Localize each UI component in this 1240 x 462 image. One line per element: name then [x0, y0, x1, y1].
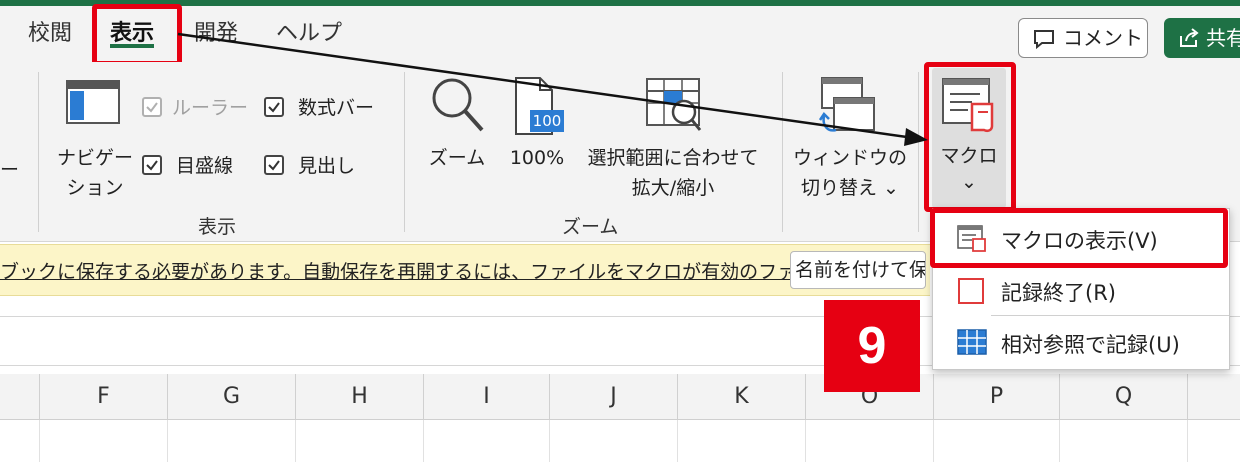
- zoom-button[interactable]: ズーム: [420, 72, 494, 182]
- column-header-f[interactable]: F: [40, 374, 168, 420]
- zoom-100-button[interactable]: 100 100%: [500, 72, 574, 182]
- share-icon: [1180, 28, 1199, 47]
- magnifier-icon: [432, 78, 484, 132]
- tab-help[interactable]: ヘルプ: [276, 6, 342, 62]
- group-separator: [918, 72, 919, 232]
- column-header-i[interactable]: I: [424, 374, 550, 420]
- view-macros-highlight: [930, 208, 1228, 268]
- step-number-badge: 9: [824, 300, 920, 392]
- macro-button-highlight: [924, 62, 1016, 212]
- formula-bar-checkbox[interactable]: 数式バー: [264, 94, 384, 122]
- share-button[interactable]: 共有: [1164, 18, 1240, 58]
- checkmark-icon: [268, 102, 280, 113]
- zoom-selection-label-1: 選択範囲に合わせて: [587, 147, 759, 169]
- grid-cell[interactable]: [296, 420, 424, 462]
- menu-item-stop-recording[interactable]: 記録終了(R): [933, 265, 1229, 317]
- zoom-100-label: 100%: [509, 147, 565, 169]
- navigation-pane-icon: [66, 80, 120, 124]
- tab-review[interactable]: 校閲: [28, 6, 72, 62]
- headings-checkbox[interactable]: 見出し: [264, 152, 374, 180]
- ribbon-tab-row: 校閲 表示 開発 ヘルプ コメント 共有: [0, 6, 1240, 62]
- zoom-label: ズーム: [428, 147, 486, 169]
- column-header[interactable]: [0, 374, 40, 420]
- group-label-zoom: ズーム: [562, 216, 619, 238]
- column-header-g[interactable]: G: [168, 374, 296, 420]
- ruler-checkbox[interactable]: ルーラー: [142, 94, 252, 122]
- group-separator: [782, 72, 783, 232]
- group-separator: [38, 72, 39, 232]
- ruler-label: ルーラー: [172, 97, 249, 119]
- formula-bar-label: 数式バー: [298, 97, 375, 119]
- zoom-to-selection-button[interactable]: 選択範囲に合わせて 拡大/縮小: [578, 72, 768, 202]
- navigation-button[interactable]: ナビゲー ション: [50, 72, 140, 202]
- menu-separator: [991, 315, 1229, 316]
- column-header-j[interactable]: J: [550, 374, 678, 420]
- grid-cell[interactable]: [1060, 420, 1188, 462]
- switch-windows-icon: [818, 77, 875, 132]
- switch-windows-label-1: ウィンドウの: [792, 147, 907, 169]
- column-header-row: F G H I J K O P Q: [0, 374, 1240, 420]
- switch-windows-button[interactable]: ウィンドウの 切り替え ⌄: [790, 72, 910, 202]
- gridlines-checkbox[interactable]: 目盛線: [142, 152, 252, 180]
- relative-reference-icon: [957, 329, 987, 355]
- grid-cell[interactable]: [550, 420, 678, 462]
- view-tab-highlight: [92, 4, 182, 66]
- navigation-label-2: ション: [66, 177, 124, 199]
- grid-cell[interactable]: [0, 420, 40, 462]
- navigation-label-1: ナビゲー: [56, 147, 133, 169]
- tab-developer[interactable]: 開発: [194, 6, 238, 62]
- menu-item-relative-reference[interactable]: 相対参照で記録(U): [933, 317, 1229, 369]
- group-label-show: 表示: [198, 216, 237, 238]
- grid-cell[interactable]: [934, 420, 1060, 462]
- zoom-to-selection-icon: [646, 78, 702, 131]
- ribbon-partial-label: ー: [0, 159, 20, 181]
- page-100-icon-text: 100: [532, 112, 562, 130]
- headings-label: 見出し: [298, 155, 356, 177]
- comment-icon: [1034, 30, 1054, 50]
- message-bar-text[interactable]: ブックに保存する必要があります。自動保存を再開するには、ファイルをマクロが有効の…: [0, 257, 853, 284]
- ruler-checkbox-box: [142, 97, 162, 117]
- gridlines-label: 目盛線: [176, 155, 234, 177]
- comment-button-label: コメント: [1063, 26, 1143, 50]
- checkmark-icon: [146, 102, 158, 113]
- headings-checkbox-box: [264, 155, 284, 175]
- stop-recording-icon: [958, 278, 984, 304]
- gridlines-checkbox-box: [142, 155, 162, 175]
- formula-bar-checkbox-box: [264, 97, 284, 117]
- grid-cell[interactable]: [424, 420, 550, 462]
- switch-windows-label-2: 切り替え ⌄: [801, 177, 899, 199]
- checkmark-icon: [146, 160, 158, 171]
- column-header-h[interactable]: H: [296, 374, 424, 420]
- grid-cell[interactable]: [168, 420, 296, 462]
- save-as-button[interactable]: 名前を付けて保存...: [790, 251, 926, 289]
- share-button-label: 共有: [1206, 26, 1240, 50]
- grid-cell[interactable]: [40, 420, 168, 462]
- checkmark-icon: [268, 160, 280, 171]
- column-header-k[interactable]: K: [678, 374, 806, 420]
- menu-item-label: 相対参照で記録(U): [1001, 333, 1180, 357]
- grid-row: [0, 420, 1240, 462]
- column-header-p[interactable]: P: [934, 374, 1060, 420]
- column-header-q[interactable]: Q: [1060, 374, 1188, 420]
- grid-cell[interactable]: [806, 420, 934, 462]
- grid-cell[interactable]: [678, 420, 806, 462]
- menu-item-label: 記録終了(R): [1001, 281, 1116, 305]
- comment-button[interactable]: コメント: [1018, 18, 1148, 58]
- group-separator: [404, 72, 405, 232]
- zoom-selection-label-2: 拡大/縮小: [631, 177, 715, 199]
- message-bar: ブックに保存する必要があります。自動保存を再開するには、ファイルをマクロが有効の…: [0, 244, 930, 296]
